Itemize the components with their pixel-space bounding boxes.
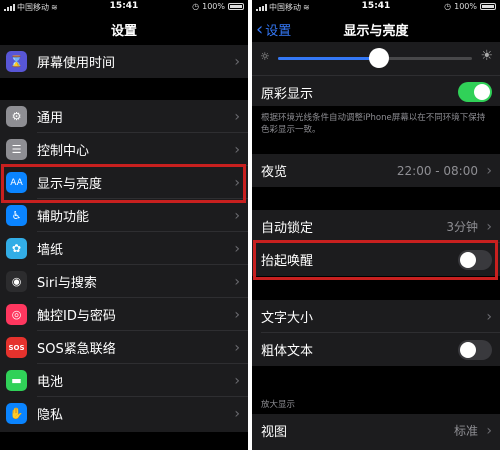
toggle-knob bbox=[474, 84, 490, 100]
settings-item-label: 通用 bbox=[37, 111, 64, 126]
settings-group-1: ⌛ 屏幕使用时间 › bbox=[0, 45, 248, 78]
auto-lock-label: 自动锁定 bbox=[261, 221, 314, 236]
flower-icon: ✿ bbox=[6, 238, 27, 259]
settings-item-label: 辅助功能 bbox=[37, 210, 90, 225]
settings-item-emergency-sos[interactable]: SOS SOS紧急联络 › bbox=[0, 331, 248, 364]
true-tone-row: 原彩显示 bbox=[252, 75, 500, 108]
page-title: 设置 bbox=[110, 24, 137, 39]
chevron-right-icon: › bbox=[486, 218, 492, 235]
gear-icon: ⚙ bbox=[6, 106, 27, 127]
bold-text-row: 粗体文本 bbox=[252, 333, 500, 366]
night-shift-row[interactable]: 夜览 22:00 - 08:00 › bbox=[252, 154, 500, 187]
battery-icon: ▬ bbox=[6, 370, 27, 391]
settings-item-label: SOS紧急联络 bbox=[37, 342, 116, 357]
chevron-right-icon: › bbox=[234, 372, 240, 389]
settings-item-wallpaper[interactable]: ✿ 墙纸 › bbox=[0, 232, 248, 265]
battery-indicator-icon bbox=[480, 3, 496, 10]
true-tone-toggle[interactable] bbox=[458, 82, 492, 102]
toggle-knob bbox=[460, 341, 476, 358]
page-title: 显示与亮度 bbox=[343, 24, 409, 39]
bold-text-toggle[interactable] bbox=[458, 339, 492, 360]
toggles-icon: ☰ bbox=[6, 139, 27, 160]
settings-item-siri[interactable]: ◉ Siri与搜索 › bbox=[0, 265, 248, 298]
view-row[interactable]: 视图 标准 › bbox=[252, 414, 500, 447]
slider-fill bbox=[278, 57, 379, 60]
raise-to-wake-row: 抬起唤醒 bbox=[252, 243, 500, 276]
night-shift-group: 夜览 22:00 - 08:00 › bbox=[252, 154, 500, 187]
settings-item-battery[interactable]: ▬ 电池 › bbox=[0, 364, 248, 397]
chevron-right-icon: › bbox=[234, 108, 240, 125]
view-label: 视图 bbox=[261, 425, 288, 440]
battery-indicator-icon bbox=[228, 3, 244, 10]
brightness-group: ☼ ☀ 原彩显示 bbox=[252, 42, 500, 106]
settings-item-touch-id[interactable]: ◎ 触控ID与密码 › bbox=[0, 298, 248, 331]
chevron-right-icon: › bbox=[234, 240, 240, 257]
auto-lock-value: 3分钟 bbox=[446, 220, 478, 234]
lock-group: 自动锁定 3分钟 › 抬起唤醒 bbox=[252, 210, 500, 276]
alarm-icon: ◷ bbox=[192, 2, 200, 11]
settings-item-label: 触控ID与密码 bbox=[37, 309, 116, 324]
slider-thumb[interactable] bbox=[368, 48, 389, 68]
status-bar: 中国移动 ≋ 15:41 ◷ 100% bbox=[252, 0, 500, 14]
chevron-right-icon: › bbox=[234, 273, 240, 290]
text-size-label: 文字大小 bbox=[261, 311, 314, 326]
settings-item-display-brightness[interactable]: AA 显示与亮度 › bbox=[0, 166, 248, 199]
status-bar: 中国移动 ≋ 15:41 ◷ 100% bbox=[0, 0, 248, 14]
settings-item-label: 控制中心 bbox=[37, 144, 90, 159]
chevron-right-icon: › bbox=[234, 405, 240, 422]
nav-bar: ‹ 设置 显示与亮度 bbox=[252, 14, 500, 42]
settings-item-general[interactable]: ⚙ 通用 › bbox=[0, 100, 248, 133]
hand-icon: ✋ bbox=[6, 403, 27, 424]
accessibility-icon: ♿ bbox=[6, 205, 27, 226]
chevron-right-icon: › bbox=[234, 174, 240, 191]
settings-item-label: 隐私 bbox=[37, 408, 64, 423]
nav-bar: 设置 bbox=[0, 14, 248, 42]
text-group: 文字大小 › 粗体文本 bbox=[252, 300, 500, 366]
sun-small-icon: ☼ bbox=[260, 50, 270, 63]
chevron-right-icon: › bbox=[234, 141, 240, 158]
zoom-group: 视图 标准 › bbox=[252, 414, 500, 450]
raise-to-wake-toggle[interactable] bbox=[458, 249, 492, 270]
chevron-right-icon: › bbox=[486, 308, 492, 325]
chevron-right-icon: › bbox=[486, 422, 492, 439]
settings-item-control-center[interactable]: ☰ 控制中心 › bbox=[0, 133, 248, 166]
settings-item-screen-time[interactable]: ⌛ 屏幕使用时间 › bbox=[0, 45, 248, 78]
settings-item-label: 墙纸 bbox=[37, 243, 64, 258]
night-shift-value: 22:00 - 08:00 bbox=[396, 163, 478, 178]
settings-group-2: ⚙ 通用 › ☰ 控制中心 › AA 显示与亮度 › ♿ 辅助功能 › ✿ 墙纸… bbox=[0, 100, 248, 432]
display-brightness-screen: 中国移动 ≋ 15:41 ◷ 100% ‹ 设置 显示与亮度 ☼ ☀ 原彩显示 bbox=[252, 0, 500, 450]
alarm-icon: ◷ bbox=[444, 2, 452, 11]
settings-item-label: 屏幕使用时间 bbox=[37, 56, 116, 71]
settings-item-accessibility[interactable]: ♿ 辅助功能 › bbox=[0, 199, 248, 232]
settings-screen: 中国移动 ≋ 15:41 ◷ 100% 设置 ⌛ 屏幕使用时间 › ⚙ 通用 ›… bbox=[0, 0, 248, 450]
battery-percent: 100% bbox=[454, 2, 477, 11]
settings-item-privacy[interactable]: ✋ 隐私 › bbox=[0, 397, 248, 430]
true-tone-footnote: 根据环境光线条件自动调整iPhone屏幕以在不同环境下保持色彩显示一致。 bbox=[261, 113, 486, 135]
zoom-section-header: 放大显示 bbox=[261, 400, 296, 410]
chevron-right-icon: › bbox=[234, 207, 240, 224]
chevron-right-icon: › bbox=[234, 53, 240, 70]
settings-item-label: 显示与亮度 bbox=[37, 177, 103, 192]
view-value: 标准 bbox=[453, 424, 478, 438]
raise-to-wake-label: 抬起唤醒 bbox=[261, 254, 314, 269]
chevron-right-icon: › bbox=[234, 339, 240, 356]
night-shift-label: 夜览 bbox=[261, 165, 288, 180]
bold-text-label: 粗体文本 bbox=[261, 344, 314, 359]
sun-large-icon: ☀ bbox=[480, 48, 493, 64]
settings-item-label: 电池 bbox=[37, 375, 64, 390]
hourglass-icon: ⌛ bbox=[6, 51, 27, 72]
chevron-right-icon: › bbox=[486, 162, 492, 179]
chevron-right-icon: › bbox=[234, 306, 240, 323]
brightness-slider[interactable]: ☼ ☀ bbox=[252, 42, 500, 75]
siri-icon: ◉ bbox=[6, 271, 27, 292]
sos-icon: SOS bbox=[6, 337, 27, 358]
auto-lock-row[interactable]: 自动锁定 3分钟 › bbox=[252, 210, 500, 243]
display-icon: AA bbox=[6, 172, 27, 193]
fingerprint-icon: ◎ bbox=[6, 304, 27, 325]
battery-percent: 100% bbox=[202, 2, 225, 11]
true-tone-label: 原彩显示 bbox=[261, 86, 314, 102]
toggle-knob bbox=[460, 251, 476, 268]
settings-item-label: Siri与搜索 bbox=[37, 276, 97, 291]
text-size-row[interactable]: 文字大小 › bbox=[252, 300, 500, 333]
